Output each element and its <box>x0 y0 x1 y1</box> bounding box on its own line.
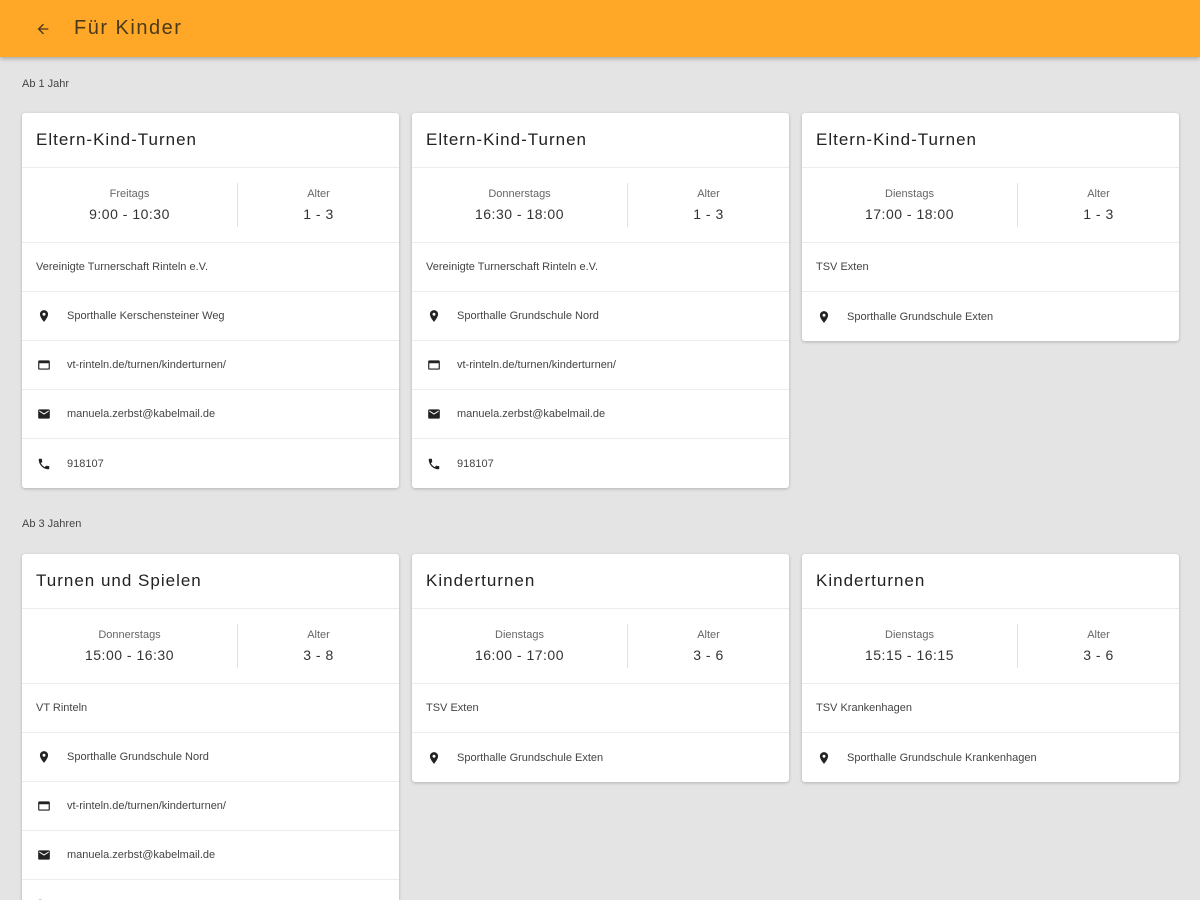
location-row[interactable]: Sporthalle Grundschule Nord <box>412 292 789 341</box>
location-text: Sporthalle Grundschule Nord <box>67 751 209 763</box>
section-label: Ab 1 Jahr <box>22 78 70 90</box>
main-content: Ab 1 Jahr Eltern-Kind-Turnen Freitags 9:… <box>0 57 1200 900</box>
location-pin-icon <box>39 310 49 322</box>
time-value: 15:00 - 16:30 <box>84 647 174 663</box>
location-pin-icon <box>429 751 439 764</box>
section-label: Ab 3 Jahren <box>22 518 82 530</box>
arrow-back-icon <box>37 23 49 34</box>
age-value: 1 - 3 <box>1083 206 1114 222</box>
schedule-row: Dienstags 16:00 - 17:00 Alter 3 - 6 <box>412 609 789 684</box>
age-label: Alter <box>697 629 720 641</box>
location-text: Sporthalle Grundschule Krankenhagen <box>847 751 1037 764</box>
age-label: Alter <box>697 188 720 200</box>
email-icon <box>428 409 440 419</box>
card-title: Turnen und Spielen <box>22 554 399 609</box>
schedule-row: Dienstags 17:00 - 18:00 Alter 1 - 3 <box>802 168 1179 243</box>
location-row[interactable]: Sporthalle Grundschule Krankenhagen <box>802 733 1179 782</box>
website-text: vt-rinteln.de/turnen/kinderturnen/ <box>67 800 226 812</box>
course-card[interactable]: Kinderturnen Dienstags 15:15 - 16:15 Alt… <box>802 554 1179 782</box>
time-value: 16:30 - 18:00 <box>474 206 564 222</box>
day-label: Donnerstags <box>98 629 161 641</box>
web-icon <box>38 360 50 370</box>
phone-row[interactable]: 918107 <box>412 439 789 488</box>
club-name: TSV Exten <box>412 684 789 733</box>
web-icon <box>428 360 440 370</box>
day-label: Dienstags <box>885 188 934 200</box>
phone-text: 918107 <box>457 457 494 470</box>
location-pin-icon <box>429 310 439 322</box>
email-row[interactable]: manuela.zerbst@kabelmail.de <box>22 390 399 439</box>
course-card[interactable]: Turnen und Spielen Donnerstags 15:00 - 1… <box>22 554 399 900</box>
location-row[interactable]: Sporthalle Kerschensteiner Weg <box>22 292 399 341</box>
club-name: Vereinigte Turnerschaft Rinteln e.V. <box>22 243 399 292</box>
course-card[interactable]: Kinderturnen Dienstags 16:00 - 17:00 Alt… <box>412 554 789 782</box>
location-pin-icon <box>819 751 829 764</box>
day-label: Dienstags <box>495 629 544 641</box>
club-name: TSV Exten <box>802 243 1179 292</box>
phone-icon <box>38 458 50 469</box>
time-value: 16:00 - 17:00 <box>474 647 564 663</box>
website-row[interactable]: vt-rinteln.de/turnen/kinderturnen/ <box>412 341 789 390</box>
age-label: Alter <box>1087 629 1110 641</box>
age-value: 1 - 3 <box>303 206 334 222</box>
website-row[interactable]: vt-rinteln.de/turnen/kinderturnen/ <box>22 782 399 831</box>
day-label: Dienstags <box>885 629 934 641</box>
age-label: Alter <box>307 188 330 200</box>
schedule-row: Freitags 9:00 - 10:30 Alter 1 - 3 <box>22 168 399 243</box>
age-value: 3 - 6 <box>693 647 724 663</box>
course-card[interactable]: Eltern-Kind-Turnen Donnerstags 16:30 - 1… <box>412 113 789 488</box>
location-pin-icon <box>819 310 829 323</box>
phone-row[interactable]: 918107 <box>22 439 399 488</box>
website-text: vt-rinteln.de/turnen/kinderturnen/ <box>67 359 226 371</box>
course-card[interactable]: Eltern-Kind-Turnen Dienstags 17:00 - 18:… <box>802 113 1179 341</box>
location-row[interactable]: Sporthalle Grundschule Exten <box>412 733 789 782</box>
location-row[interactable]: Sporthalle Grundschule Exten <box>802 292 1179 341</box>
website-row[interactable]: vt-rinteln.de/turnen/kinderturnen/ <box>22 341 399 390</box>
age-value: 3 - 6 <box>1083 647 1114 663</box>
time-value: 15:15 - 16:15 <box>864 647 954 663</box>
schedule-row: Donnerstags 15:00 - 16:30 Alter 3 - 8 <box>22 609 399 684</box>
age-value: 1 - 3 <box>693 206 724 222</box>
location-pin-icon <box>39 751 49 763</box>
email-text: manuela.zerbst@kabelmail.de <box>67 408 216 420</box>
day-label: Freitags <box>109 188 150 200</box>
age-label: Alter <box>1087 188 1110 200</box>
schedule-row: Donnerstags 16:30 - 18:00 Alter 1 - 3 <box>412 168 789 243</box>
email-icon <box>38 409 50 419</box>
phone-row[interactable]: 918107 <box>22 880 399 900</box>
app-bar: Für Kinder <box>0 0 1200 57</box>
email-row[interactable]: manuela.zerbst@kabelmail.de <box>412 390 789 439</box>
location-text: Sporthalle Grundschule Nord <box>457 310 599 322</box>
email-icon <box>38 850 50 860</box>
website-text: vt-rinteln.de/turnen/kinderturnen/ <box>457 359 616 371</box>
card-title: Kinderturnen <box>802 554 1179 609</box>
club-name: Vereinigte Turnerschaft Rinteln e.V. <box>412 243 789 292</box>
location-row[interactable]: Sporthalle Grundschule Nord <box>22 733 399 782</box>
course-card[interactable]: Eltern-Kind-Turnen Freitags 9:00 - 10:30… <box>22 113 399 488</box>
age-value: 3 - 8 <box>303 647 334 663</box>
back-button[interactable] <box>28 14 58 44</box>
time-value: 17:00 - 18:00 <box>864 206 954 222</box>
club-name: VT Rinteln <box>22 684 399 733</box>
phone-icon <box>428 458 440 469</box>
location-text: Sporthalle Grundschule Exten <box>847 310 994 323</box>
time-value: 9:00 - 10:30 <box>89 206 170 222</box>
card-title: Eltern-Kind-Turnen <box>412 113 789 168</box>
web-icon <box>38 801 50 811</box>
email-text: manuela.zerbst@kabelmail.de <box>67 849 216 861</box>
day-label: Donnerstags <box>488 188 551 200</box>
card-title: Eltern-Kind-Turnen <box>802 113 1179 168</box>
card-title: Kinderturnen <box>412 554 789 609</box>
location-text: Sporthalle Grundschule Exten <box>457 751 604 764</box>
card-title: Eltern-Kind-Turnen <box>22 113 399 168</box>
email-row[interactable]: manuela.zerbst@kabelmail.de <box>22 831 399 880</box>
club-name: TSV Krankenhagen <box>802 684 1179 733</box>
phone-text: 918107 <box>67 457 104 470</box>
location-text: Sporthalle Kerschensteiner Weg <box>67 310 225 322</box>
age-label: Alter <box>307 629 330 641</box>
page-title: Für Kinder <box>74 17 183 39</box>
schedule-row: Dienstags 15:15 - 16:15 Alter 3 - 6 <box>802 609 1179 684</box>
email-text: manuela.zerbst@kabelmail.de <box>457 408 606 420</box>
